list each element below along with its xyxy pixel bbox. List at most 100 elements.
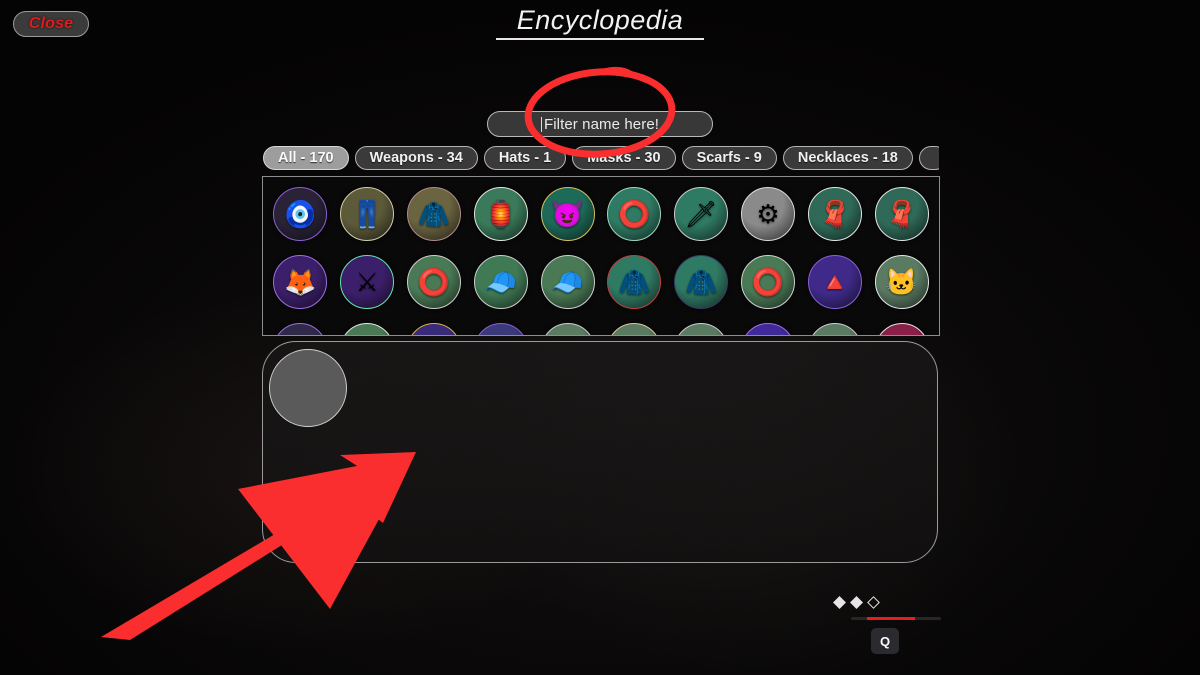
tab-weapons[interactable]: Weapons - 34 bbox=[354, 146, 478, 170]
item-cord-necklace[interactable]: ⭕ bbox=[406, 255, 461, 309]
grid-cell[interactable]: 🧥 bbox=[601, 251, 668, 313]
item-mech-device[interactable]: ⚙ bbox=[740, 187, 795, 241]
tab-overflow[interactable] bbox=[918, 146, 939, 170]
tab-necklaces[interactable]: Necklaces - 18 bbox=[782, 146, 913, 170]
grid-cell[interactable]: 🧢 bbox=[534, 251, 601, 313]
item-white-scarf[interactable]: 🧣 bbox=[807, 187, 862, 241]
diamond-3[interactable] bbox=[867, 596, 880, 609]
grid-cell[interactable]: 🏴 bbox=[467, 319, 534, 335]
grid-cell[interactable]: ⭕ bbox=[601, 183, 668, 245]
item-spear[interactable]: 🗡 bbox=[674, 187, 729, 241]
item-olive-trinket[interactable]: ● bbox=[807, 323, 862, 335]
cowl-icon: 🧢 bbox=[551, 267, 584, 297]
grid-cell[interactable]: 👺 bbox=[334, 319, 401, 335]
grid-cell[interactable]: 👤 bbox=[534, 319, 601, 335]
hud-cluster: Q bbox=[830, 596, 950, 660]
item-violet-blade[interactable]: 🗡 bbox=[740, 323, 795, 335]
grid-cell[interactable]: 🏮 bbox=[467, 183, 534, 245]
grid-cell[interactable]: 🦊 bbox=[267, 251, 334, 313]
tab-hats[interactable]: Hats - 1 bbox=[483, 146, 567, 170]
necklace-icon: ⭕ bbox=[618, 199, 651, 229]
spear-icon: 🗡 bbox=[684, 199, 718, 229]
necklace-icon: ⭕ bbox=[751, 267, 785, 297]
grid-cell[interactable]: 👖 bbox=[334, 183, 401, 245]
detail-panel bbox=[262, 341, 938, 563]
item-gold-ornament[interactable]: 👑 bbox=[406, 323, 461, 335]
item-black-cowl[interactable]: 🧢 bbox=[540, 255, 595, 309]
mask-grin-icon: 😈 bbox=[551, 199, 584, 229]
item-maroon-cloak[interactable]: 🧥 bbox=[406, 187, 461, 241]
diamond-1[interactable] bbox=[833, 596, 846, 609]
category-tab-bar[interactable]: All - 170 Weapons - 34 Hats - 1 Masks - 30 S… bbox=[263, 146, 939, 170]
device-icon: ⚙ bbox=[756, 199, 780, 229]
item-crimson-gem[interactable]: 🔺 bbox=[807, 255, 862, 309]
title-block: Encyclopedia bbox=[0, 4, 1200, 40]
item-black-hood[interactable]: 🧢 bbox=[473, 255, 528, 309]
item-fox-mask[interactable]: 🦊 bbox=[273, 255, 328, 309]
grid-cell[interactable]: 🧥 bbox=[668, 251, 735, 313]
item-grid-panel[interactable]: 🧿 👖 🧥 🏮 😈 ⭕ 🗡 ⚙ 🧣 🧣 🦊 ⚔ ⭕ 🧢 🧢 🧥 🧥 ⭕ 🔺 🐱 🔮 👺 👑 🏴 👤 📜 🗡 ● 🧢 bbox=[262, 176, 940, 336]
grid-cell[interactable]: 🐱 bbox=[868, 251, 935, 313]
tab-masks[interactable]: Masks - 30 bbox=[572, 146, 676, 170]
mask-cat-icon: 🐱 bbox=[885, 267, 918, 297]
tab-all[interactable]: All - 170 bbox=[263, 146, 349, 170]
grid-cell[interactable]: 👑 bbox=[401, 319, 468, 335]
item-crimson-hood[interactable]: 🧢 bbox=[874, 323, 929, 335]
diamond-2[interactable] bbox=[850, 596, 863, 609]
gem-icon: 🔺 bbox=[818, 267, 851, 297]
grid-cell[interactable]: 🧣 bbox=[801, 183, 868, 245]
item-indigo-banner[interactable]: 🏴 bbox=[473, 323, 528, 335]
page-indicator-dots[interactable] bbox=[830, 596, 950, 609]
key-hint-label: Q bbox=[879, 633, 891, 649]
item-grin-mask[interactable]: 😈 bbox=[540, 187, 595, 241]
grid-cell[interactable]: ⚙ bbox=[735, 183, 802, 245]
grid-cell[interactable]: 🧿 bbox=[267, 183, 334, 245]
grid-cell[interactable]: ⭕ bbox=[401, 251, 468, 313]
grid-cell[interactable]: 🧣 bbox=[868, 183, 935, 245]
grid-cell[interactable]: 🔮 bbox=[267, 319, 334, 335]
grid-cell[interactable]: 🗡 bbox=[735, 319, 802, 335]
item-plain-green[interactable] bbox=[674, 323, 729, 335]
grid-cell[interactable] bbox=[668, 319, 735, 335]
item-red-coat[interactable]: 🧥 bbox=[607, 255, 662, 309]
item-fanged-mask[interactable]: 👺 bbox=[340, 323, 395, 335]
scarf-layered-icon: 🧣 bbox=[885, 199, 918, 229]
item-scroll[interactable]: 📜 bbox=[607, 323, 662, 335]
grid-cell[interactable]: 📜 bbox=[601, 319, 668, 335]
grid-cell[interactable]: 🧢 bbox=[868, 319, 935, 335]
lantern-icon: 🏮 bbox=[484, 199, 517, 229]
grid-cell[interactable]: ⚔ bbox=[334, 251, 401, 313]
grid-cell[interactable]: 🧥 bbox=[401, 183, 468, 245]
grid-cell[interactable]: ● bbox=[801, 319, 868, 335]
item-pendant[interactable]: ⭕ bbox=[740, 255, 795, 309]
hood-icon: 🧢 bbox=[484, 267, 517, 297]
item-layered-scarf[interactable]: 🧣 bbox=[874, 187, 929, 241]
item-cat-mask[interactable]: 🐱 bbox=[874, 255, 929, 309]
scarf-icon: 🧣 bbox=[818, 199, 851, 229]
item-crossed-blades[interactable]: ⚔ bbox=[340, 255, 395, 309]
key-hint-q[interactable]: Q bbox=[871, 628, 899, 654]
tab-masks-label: Masks - 30 bbox=[587, 150, 661, 166]
grid-cell[interactable]: ⭕ bbox=[735, 251, 802, 313]
grid-cell[interactable]: 🔺 bbox=[801, 251, 868, 313]
tab-scarfs[interactable]: Scarfs - 9 bbox=[681, 146, 777, 170]
grid-cell[interactable]: 🧢 bbox=[467, 251, 534, 313]
swords-icon: ⚔ bbox=[355, 267, 379, 297]
grid-cell[interactable]: 🗡 bbox=[668, 183, 735, 245]
encyclopedia-screen: Close Encyclopedia Filter name here! All… bbox=[0, 0, 1200, 675]
tab-all-label: All - 170 bbox=[278, 150, 334, 166]
item-lantern[interactable]: 🏮 bbox=[473, 187, 528, 241]
item-violet-crystal[interactable]: 🔮 bbox=[273, 323, 328, 335]
item-figurine[interactable]: 👤 bbox=[540, 323, 595, 335]
text-caret bbox=[540, 116, 542, 132]
page-title: Encyclopedia bbox=[516, 5, 684, 35]
item-green-necklace[interactable]: ⭕ bbox=[607, 187, 662, 241]
item-white-hakama[interactable]: 👖 bbox=[340, 187, 395, 241]
item-dark-robe[interactable]: 🧿 bbox=[273, 187, 328, 241]
tab-necklaces-label: Necklaces - 18 bbox=[797, 150, 898, 166]
item-navy-cape[interactable]: 🧥 bbox=[674, 255, 729, 309]
item-grid[interactable]: 🧿 👖 🧥 🏮 😈 ⭕ 🗡 ⚙ 🧣 🧣 🦊 ⚔ ⭕ 🧢 🧢 🧥 🧥 ⭕ 🔺 🐱 🔮 👺 👑 🏴 👤 📜 🗡 ● 🧢 bbox=[263, 177, 939, 335]
search-input[interactable]: Filter name here! bbox=[487, 111, 713, 137]
hud-progress-bar bbox=[851, 617, 941, 620]
grid-cell[interactable]: 😈 bbox=[534, 183, 601, 245]
